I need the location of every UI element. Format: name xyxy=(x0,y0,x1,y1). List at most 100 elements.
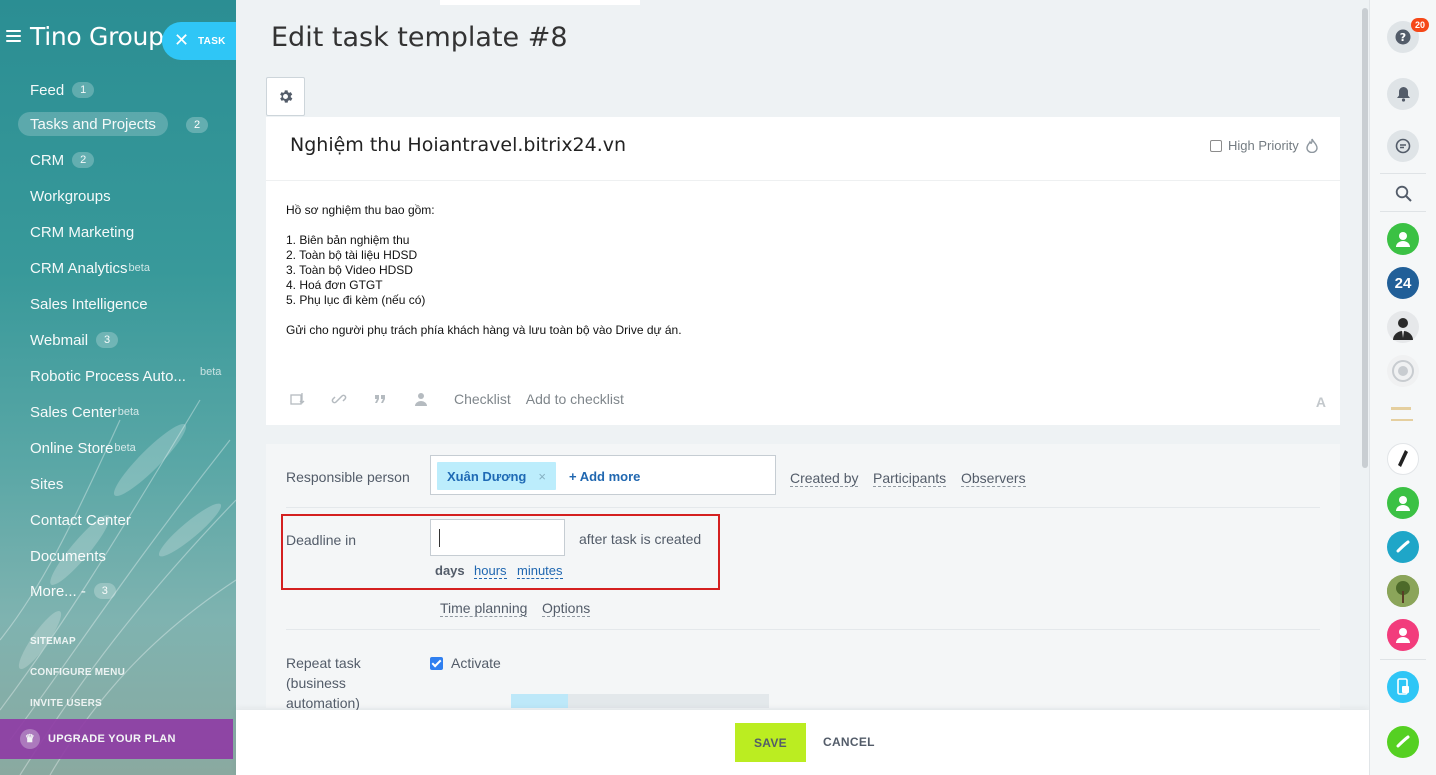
lion-logo-icon xyxy=(1392,360,1414,382)
top-strip xyxy=(440,0,640,5)
sidebar-item-webmail[interactable]: Webmail 3 xyxy=(30,328,119,352)
cancel-button[interactable]: CANCEL xyxy=(823,735,875,749)
text-caret xyxy=(439,529,440,547)
beta-label: beta xyxy=(200,366,222,378)
counter-badge: 1 xyxy=(72,82,95,98)
participants-link[interactable]: Participants xyxy=(873,471,947,487)
add-more-button[interactable]: + Add more xyxy=(569,469,640,484)
sidebar-item-crm-marketing[interactable]: CRM Marketing xyxy=(30,220,134,244)
text-format-toggle[interactable]: A xyxy=(1316,394,1326,410)
invite-users-link[interactable]: INVITE USERS xyxy=(30,698,102,709)
editor-toolbar: Checklist Add to checklist xyxy=(290,389,639,409)
quote-icon[interactable] xyxy=(372,391,388,407)
checklist-button[interactable]: Checklist xyxy=(454,391,511,407)
contact-avatar[interactable] xyxy=(1387,619,1419,651)
footer-bar: SAVE CANCEL xyxy=(236,710,1369,775)
phone-icon xyxy=(1396,735,1410,748)
divider xyxy=(286,507,1320,508)
mention-user-icon[interactable] xyxy=(413,391,429,407)
search-button[interactable] xyxy=(1387,177,1419,209)
beta-label: beta xyxy=(117,406,140,418)
main-content: Edit task template #8 Nghiệm thu Hoiantr… xyxy=(236,0,1369,775)
contact-avatar[interactable] xyxy=(1387,575,1419,607)
contact-avatar[interactable] xyxy=(1387,311,1419,343)
task-options-form: Responsible person Xuân Dương × + Add mo… xyxy=(266,444,1340,711)
repeat-task-label: Repeat task xyxy=(286,655,361,671)
user-icon xyxy=(1396,628,1410,643)
divider xyxy=(1380,173,1426,174)
add-to-checklist-button[interactable]: Add to checklist xyxy=(526,391,624,407)
task-editor-card: Nghiệm thu Hoiantravel.bitrix24.vn High … xyxy=(266,117,1340,425)
attach-file-icon[interactable] xyxy=(290,391,306,407)
contact-avatar[interactable] xyxy=(1387,399,1419,431)
after-created-label: after task is created xyxy=(579,531,702,547)
bell-icon xyxy=(1396,87,1410,102)
task-title-input[interactable]: Nghiệm thu Hoiantravel.bitrix24.vn xyxy=(290,134,626,156)
responsible-person-tag[interactable]: Xuân Dương × xyxy=(437,462,556,490)
page-scrollbar[interactable] xyxy=(1362,8,1368,468)
beta-label: beta xyxy=(114,442,136,454)
sidebar-item-workgroups[interactable]: Workgroups xyxy=(30,184,111,208)
mobile-app-button[interactable] xyxy=(1387,671,1419,703)
observers-link[interactable]: Observers xyxy=(961,471,1026,487)
notifications-button[interactable] xyxy=(1387,78,1419,110)
pen-icon xyxy=(1398,450,1408,467)
svg-text:?: ? xyxy=(1400,31,1406,44)
mobile-icon xyxy=(1397,678,1409,695)
messenger-button[interactable] xyxy=(1387,130,1419,162)
link-icon[interactable] xyxy=(331,391,347,407)
activate-checkbox[interactable] xyxy=(430,656,443,670)
repeat-period-tabs[interactable] xyxy=(511,694,769,708)
sitemap-link[interactable]: SITEMAP xyxy=(30,636,76,647)
sidebar-item-sales-center[interactable]: Sales Center beta xyxy=(30,400,139,424)
contact-avatar[interactable] xyxy=(1387,223,1419,255)
create-task-button[interactable]: ✕ TASK xyxy=(162,22,236,60)
task-description-editor[interactable]: Hồ sơ nghiệm thu bao gồm: 1. Biên bản ng… xyxy=(286,203,682,338)
sidebar-item-sites[interactable]: Sites xyxy=(30,472,63,496)
high-priority-checkbox[interactable] xyxy=(1210,139,1222,152)
unit-hours[interactable]: hours xyxy=(474,564,507,579)
sidebar-item-tasks-and-projects[interactable]: Tasks and Projects xyxy=(18,112,168,136)
remove-icon[interactable]: × xyxy=(538,469,546,484)
sidebar-item-online-store[interactable]: Online Store beta xyxy=(30,436,136,460)
activate-repeat-toggle[interactable]: Activate xyxy=(430,655,501,671)
responsible-person-selector[interactable]: Xuân Dương × + Add more xyxy=(430,455,776,495)
user-icon xyxy=(1396,232,1410,247)
unit-minutes[interactable]: minutes xyxy=(517,564,563,579)
phone-icon xyxy=(1396,540,1410,553)
time-planning-link[interactable]: Time planning xyxy=(440,601,528,617)
gear-icon xyxy=(280,90,293,103)
sidebar-item-crm[interactable]: CRM 2 xyxy=(30,148,95,172)
call-contact-avatar[interactable] xyxy=(1387,531,1419,563)
contact-avatar[interactable] xyxy=(1387,355,1419,387)
chat-icon xyxy=(1395,138,1411,154)
menu-burger-icon[interactable] xyxy=(6,30,21,43)
high-priority-toggle[interactable]: High Priority xyxy=(1210,138,1318,153)
options-link[interactable]: Options xyxy=(542,601,591,617)
unit-days[interactable]: days xyxy=(435,564,465,578)
divider xyxy=(266,180,1340,181)
contact-avatar[interactable] xyxy=(1387,443,1419,475)
sidebar-item-robotic-process-automation[interactable]: Robotic Process Auto... xyxy=(30,364,186,388)
contact-avatar[interactable] xyxy=(1387,487,1419,519)
sidebar-item-feed[interactable]: Feed 1 xyxy=(30,78,95,102)
sidebar-item-documents[interactable]: Documents xyxy=(30,544,106,568)
settings-button[interactable] xyxy=(266,77,305,116)
repeat-task-label: automation) xyxy=(286,695,360,711)
sidebar-item-sales-intelligence[interactable]: Sales Intelligence xyxy=(30,292,148,316)
save-button[interactable]: SAVE xyxy=(735,723,806,762)
repeat-period-tab-active[interactable] xyxy=(511,694,568,708)
configure-menu-link[interactable]: CONFIGURE MENU xyxy=(30,667,125,678)
deadline-input[interactable] xyxy=(430,519,565,556)
upgrade-plan-button[interactable]: ♛ UPGRADE YOUR PLAN xyxy=(0,719,233,759)
company-brand[interactable]: Tino Group xyxy=(30,22,164,51)
company-chat-avatar[interactable]: 24 xyxy=(1387,267,1419,299)
repeat-task-label: (business xyxy=(286,675,346,691)
created-by-link[interactable]: Created by xyxy=(790,471,859,487)
sidebar-item-more[interactable]: More... - 3 xyxy=(30,579,116,603)
page-title: Edit task template #8 xyxy=(271,22,568,53)
responsible-person-label: Responsible person xyxy=(286,469,410,485)
sidebar-item-crm-analytics[interactable]: CRM Analytics beta xyxy=(30,256,150,280)
sidebar-item-contact-center[interactable]: Contact Center xyxy=(30,508,131,532)
telephony-button[interactable] xyxy=(1387,726,1419,758)
